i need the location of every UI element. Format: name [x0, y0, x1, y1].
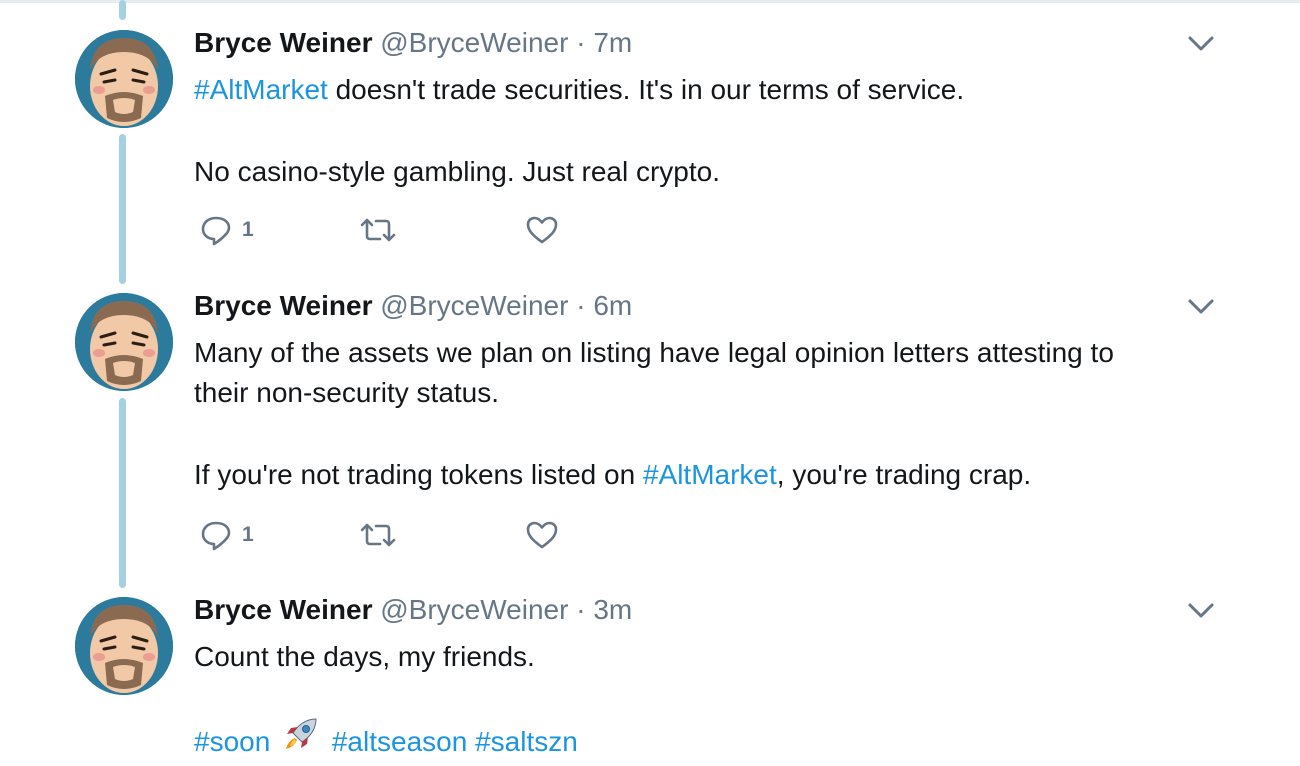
reply-icon — [201, 216, 231, 246]
tweet-header: Bryce Weiner @BryceWeiner · 6m — [194, 289, 632, 323]
tweet-text-line: If you're not trading tokens listed on — [194, 459, 643, 490]
tweet-text-line: , you're trading crap. — [776, 459, 1032, 490]
tweet[interactable]: Bryce Weiner @BryceWeiner · 7m #AltMarke… — [0, 26, 1300, 266]
reply-button[interactable]: 1 — [200, 515, 254, 555]
more-options-button[interactable] — [1186, 32, 1216, 56]
retweet-button[interactable] — [358, 515, 398, 555]
tweet-text-line: their non-security status. — [194, 377, 500, 408]
tweet-text-line: Many of the assets we plan on listing ha… — [194, 337, 1114, 368]
reply-count: 1 — [242, 523, 254, 546]
like-button[interactable] — [525, 210, 559, 250]
reply-button[interactable]: 1 — [200, 210, 254, 250]
separator: · — [576, 27, 586, 58]
rocket-emoji — [282, 715, 320, 764]
avatar[interactable] — [75, 30, 173, 128]
chevron-down-icon — [1188, 36, 1214, 51]
tweet-text-line: No casino-style gambling. Just real cryp… — [194, 156, 720, 187]
tweet-header: Bryce Weiner @BryceWeiner · 3m — [194, 593, 632, 627]
tweet-text-line: Count the days, my friends. — [194, 641, 535, 672]
tweet-header: Bryce Weiner @BryceWeiner · 7m — [194, 26, 632, 60]
author-handle[interactable]: @BryceWeiner — [380, 290, 568, 321]
like-button[interactable] — [525, 515, 559, 555]
more-options-button[interactable] — [1186, 295, 1216, 319]
author-handle[interactable]: @BryceWeiner — [380, 27, 568, 58]
hashtag-link[interactable]: #soon — [194, 726, 270, 757]
author-name[interactable]: Bryce Weiner — [194, 594, 372, 625]
avatar[interactable] — [75, 293, 173, 391]
tweet[interactable]: Bryce Weiner @BryceWeiner · 6m Many of t… — [0, 289, 1300, 569]
hashtag-link[interactable]: #AltMarket — [643, 459, 777, 490]
tweet-text: Count the days, my friends. #soon #altse… — [194, 637, 1234, 766]
hashtag-link[interactable]: #altseason — [332, 726, 467, 757]
chevron-down-icon — [1188, 299, 1214, 314]
timestamp[interactable]: 6m — [593, 290, 632, 321]
tweet-text: #AltMarket doesn't trade securities. It'… — [194, 70, 1234, 192]
timestamp[interactable]: 3m — [593, 594, 632, 625]
heart-icon — [526, 216, 558, 244]
hashtag-link[interactable]: #AltMarket — [194, 74, 328, 105]
heart-icon — [526, 521, 558, 549]
tweet-actions: 1 — [194, 210, 594, 250]
thread-line — [119, 0, 126, 20]
tweet-text-line: doesn't trade securities. It's in our te… — [327, 74, 965, 105]
retweet-button[interactable] — [358, 210, 398, 250]
reply-icon — [201, 521, 231, 551]
separator: · — [576, 594, 586, 625]
author-handle[interactable]: @BryceWeiner — [380, 594, 568, 625]
chevron-down-icon — [1188, 603, 1214, 618]
separator: · — [576, 290, 586, 321]
tweet[interactable]: Bryce Weiner @BryceWeiner · 3m Count the… — [0, 593, 1300, 766]
timestamp[interactable]: 7m — [593, 27, 632, 58]
retweet-icon — [360, 218, 396, 242]
avatar[interactable] — [75, 597, 173, 695]
more-options-button[interactable] — [1186, 599, 1216, 623]
tweet-text: Many of the assets we plan on listing ha… — [194, 333, 1234, 495]
tweet-actions: 1 — [194, 515, 594, 555]
reply-count: 1 — [242, 218, 254, 241]
author-name[interactable]: Bryce Weiner — [194, 27, 372, 58]
top-divider — [0, 0, 1300, 3]
author-name[interactable]: Bryce Weiner — [194, 290, 372, 321]
retweet-icon — [360, 523, 396, 547]
hashtag-link[interactable]: #saltszn — [475, 726, 578, 757]
